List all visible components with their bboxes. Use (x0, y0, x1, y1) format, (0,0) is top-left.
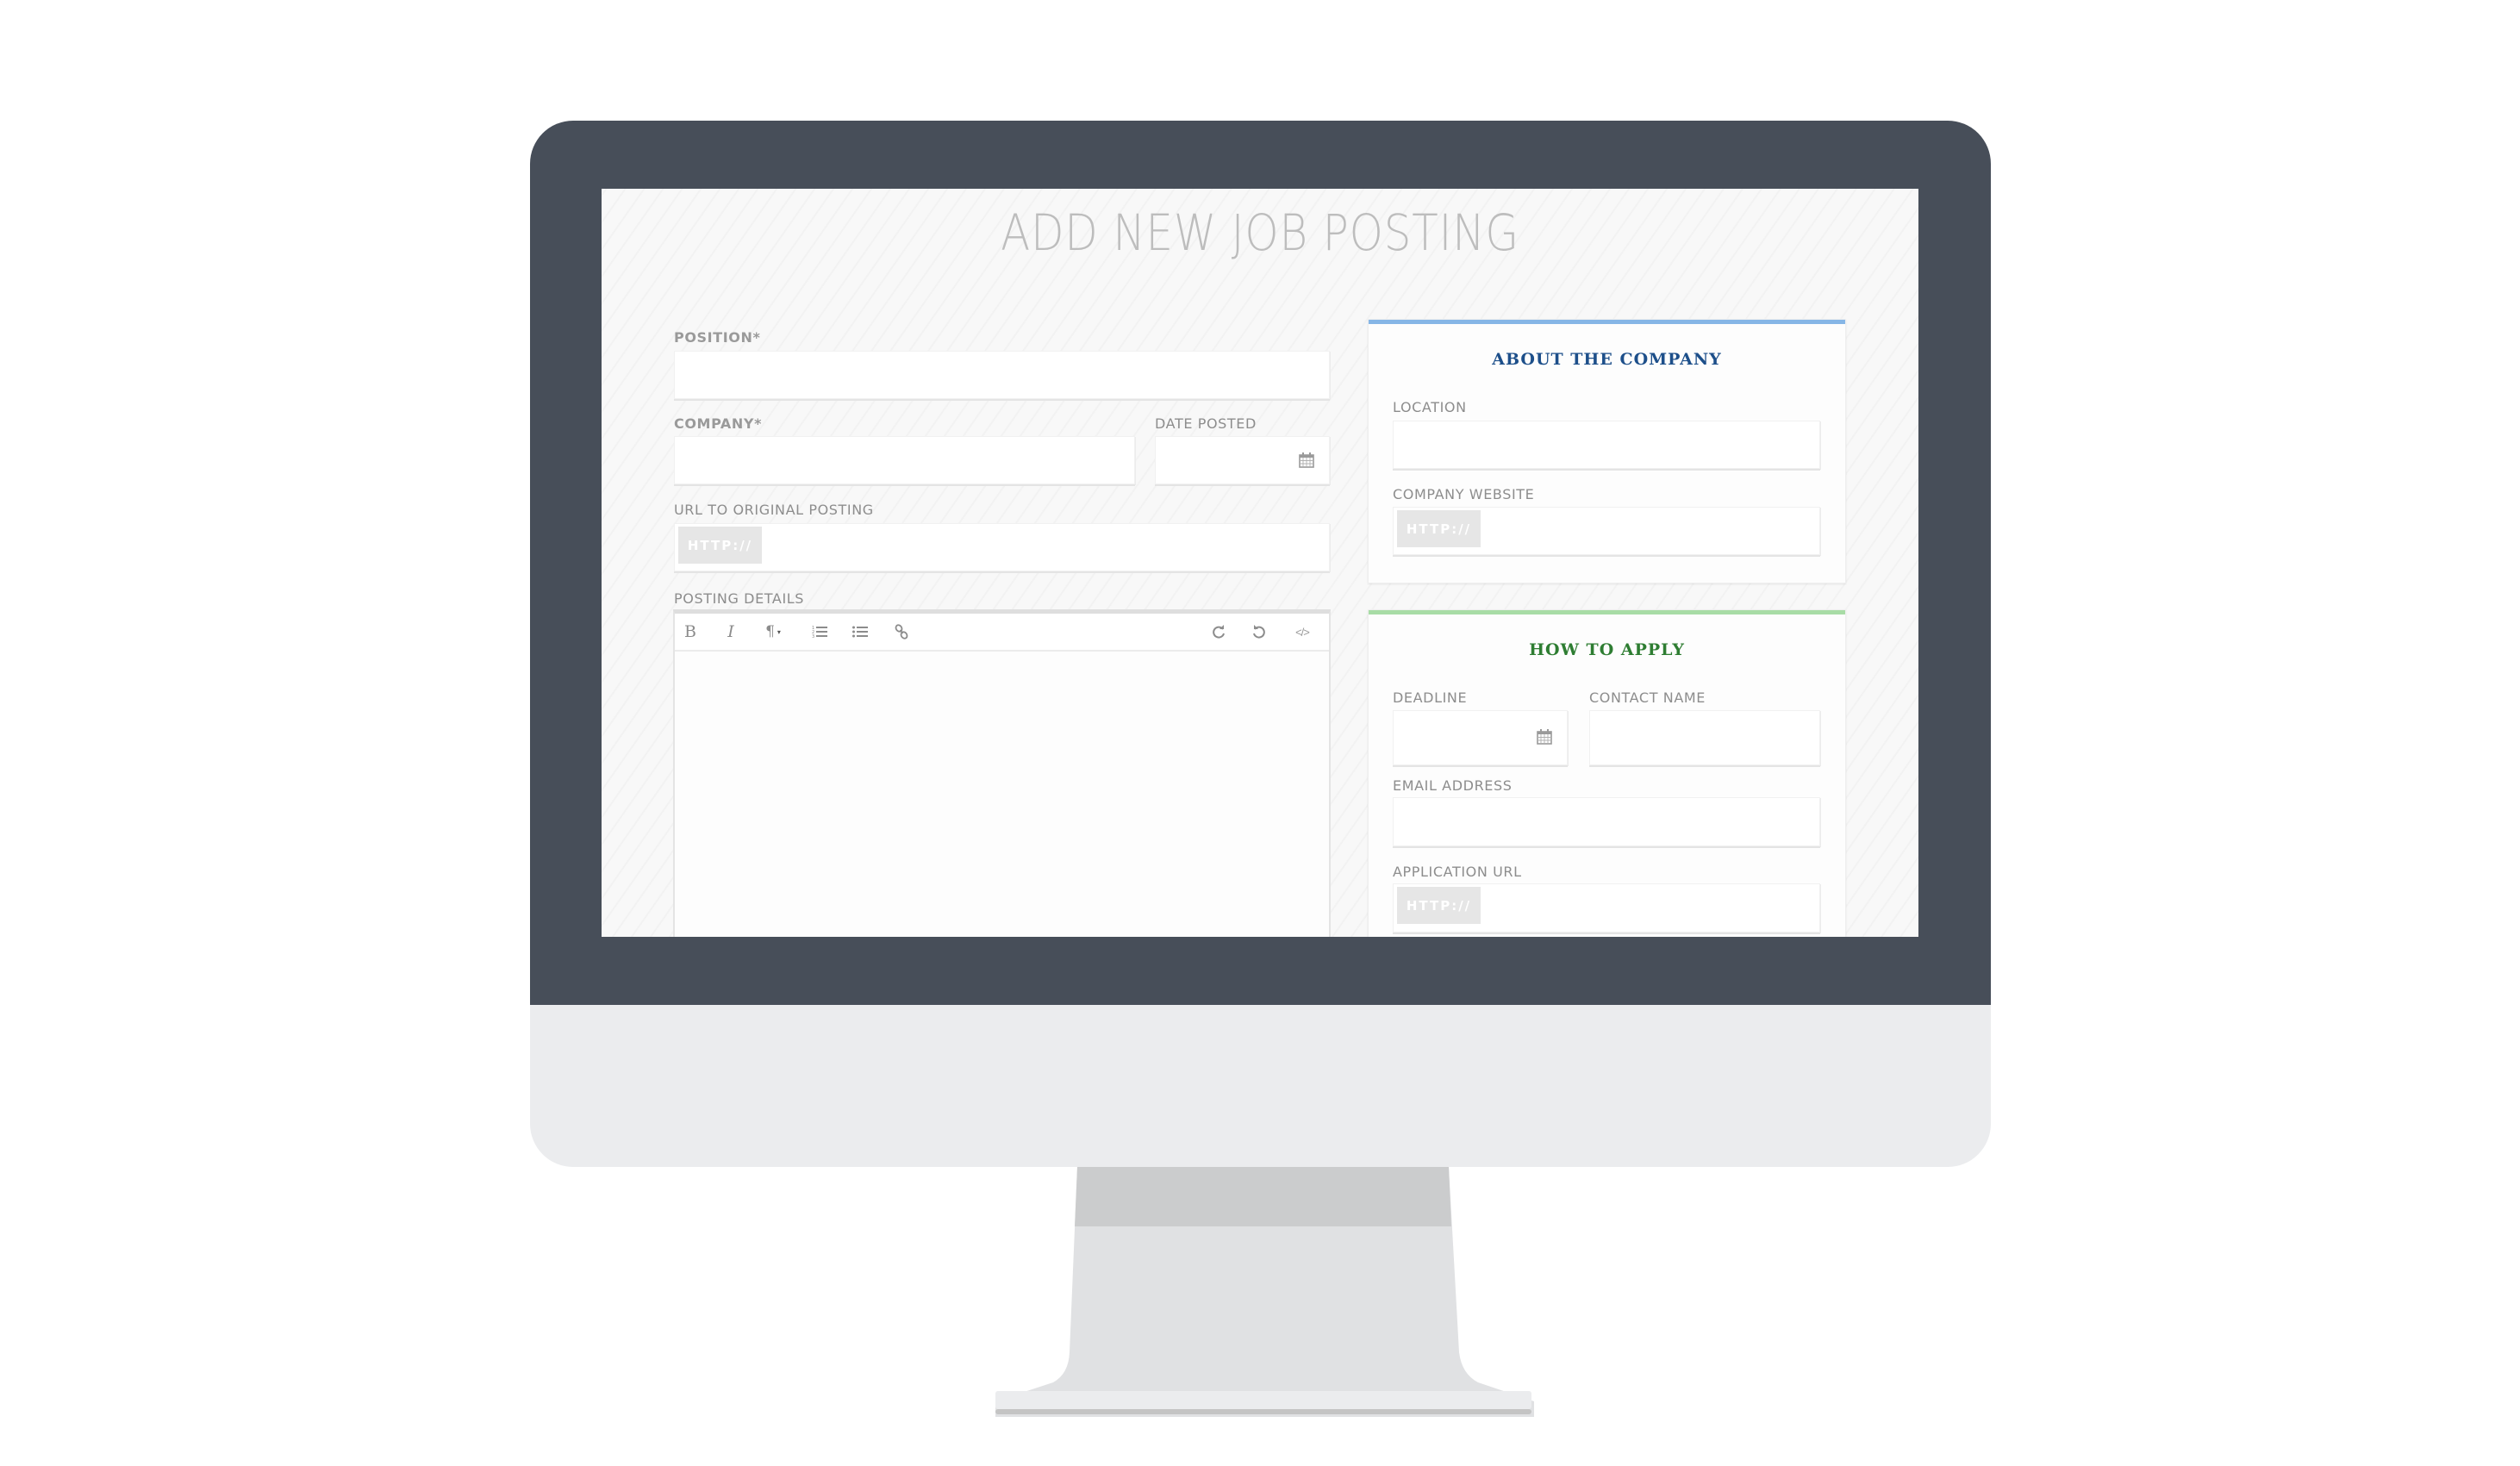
dropdown-caret-icon: ▾ (777, 627, 781, 636)
http-prefix-badge: HTTP:// (1397, 510, 1481, 547)
company-label: COMPANY* (674, 415, 763, 432)
undo-button[interactable] (1246, 619, 1272, 645)
posting-details-textarea[interactable] (675, 652, 1329, 937)
contact-name-input[interactable] (1589, 710, 1820, 765)
paragraph-icon: ¶ (765, 623, 775, 640)
italic-icon: I (727, 622, 734, 641)
location-input[interactable] (1393, 421, 1820, 469)
posting-details-editor[interactable]: B I ¶ ▾ 1 2 3 </> (673, 609, 1331, 937)
unordered-list-icon (852, 626, 868, 638)
screen: ADD NEW JOB POSTING POSITION* COMPANY* D… (602, 189, 1918, 937)
redo-icon (1213, 625, 1225, 639)
page-title: ADD NEW JOB POSTING (1001, 203, 1519, 262)
link-icon (895, 624, 908, 639)
monitor-chin (530, 1005, 1991, 1167)
url-original-input[interactable]: HTTP:// (674, 523, 1330, 571)
ordered-list-icon: 1 2 3 (812, 626, 827, 639)
italic-button[interactable]: I (718, 619, 744, 645)
code-view-button[interactable]: </> (1289, 619, 1315, 645)
stand-base-edge (995, 1409, 1531, 1414)
stand-base (995, 1391, 1531, 1409)
editor-toolbar: B I ¶ ▾ 1 2 3 </> (675, 614, 1329, 652)
date-posted-label: DATE POSTED (1155, 415, 1257, 432)
http-prefix-badge: HTTP:// (1397, 887, 1481, 924)
email-address-label: EMAIL ADDRESS (1393, 777, 1513, 794)
bold-icon: B (684, 622, 696, 641)
posting-details-label: POSTING DETAILS (674, 590, 805, 607)
bold-button[interactable]: B (677, 619, 703, 645)
deadline-label: DEADLINE (1393, 689, 1468, 706)
position-input[interactable] (674, 351, 1330, 399)
unordered-list-button[interactable] (847, 619, 873, 645)
date-posted-input[interactable] (1155, 436, 1330, 484)
calendar-icon[interactable] (1537, 728, 1552, 745)
how-to-apply-title: HOW TO APPLY (1529, 640, 1685, 659)
paragraph-format-button[interactable]: ¶ ▾ (758, 619, 789, 645)
company-website-label: COMPANY WEBSITE (1393, 486, 1535, 502)
about-company-panel: ABOUT THE COMPANY LOCATION COMPANY WEBSI… (1368, 319, 1846, 583)
url-original-label: URL TO ORIGINAL POSTING (674, 502, 874, 518)
application-url-label: APPLICATION URL (1393, 864, 1522, 880)
stand-shadow-band (1075, 1167, 1451, 1226)
svg-text:3: 3 (812, 634, 814, 639)
about-company-title: ABOUT THE COMPANY (1492, 350, 1722, 369)
location-label: LOCATION (1393, 399, 1467, 415)
how-to-apply-panel: HOW TO APPLY DEADLINE CONTACT NAME EMAIL… (1368, 609, 1846, 937)
how-to-apply-accent-bar (1369, 610, 1845, 614)
email-address-input[interactable] (1393, 797, 1820, 846)
monitor-stand (995, 1167, 1534, 1417)
http-prefix-badge: HTTP:// (678, 527, 762, 564)
redo-button[interactable] (1206, 619, 1232, 645)
company-input[interactable] (674, 436, 1135, 484)
about-company-accent-bar (1369, 320, 1845, 324)
application-url-input[interactable]: HTTP:// (1393, 883, 1820, 933)
company-website-input[interactable]: HTTP:// (1393, 507, 1820, 555)
calendar-icon[interactable] (1299, 452, 1314, 468)
contact-name-label: CONTACT NAME (1589, 689, 1706, 706)
code-icon: </> (1295, 625, 1310, 639)
deadline-input[interactable] (1393, 710, 1568, 765)
ordered-list-button[interactable]: 1 2 3 (807, 619, 833, 645)
undo-icon (1253, 625, 1265, 639)
position-label: POSITION* (674, 329, 761, 346)
link-button[interactable] (889, 619, 914, 645)
